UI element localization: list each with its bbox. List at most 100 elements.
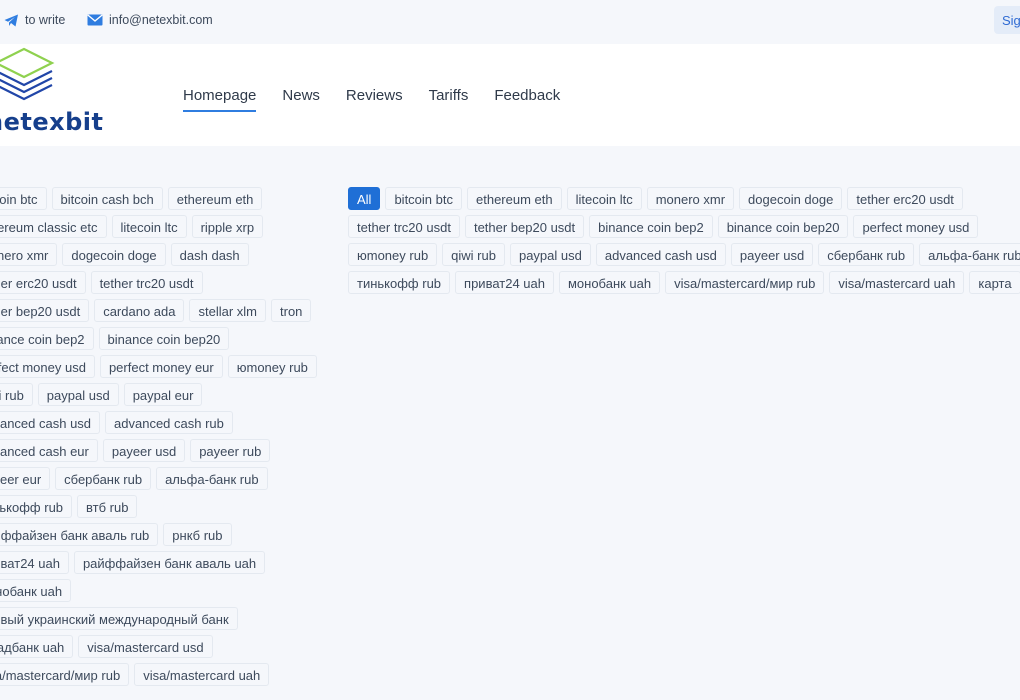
currency-filter-chip[interactable]: advanced cash eur [0, 439, 98, 462]
exchange-filter-chip[interactable]: тинькофф rub [348, 271, 451, 294]
currency-filter-chip[interactable]: втб rub [77, 495, 138, 518]
currency-filter-chip[interactable]: райффайзен банк аваль rub [0, 523, 159, 546]
currency-filter-chip[interactable]: litecoin ltc [111, 215, 187, 238]
currency-filter-chip[interactable]: binance coin bep2 [0, 327, 94, 350]
write-label: to write [25, 13, 66, 27]
exchange-filter-chip[interactable]: монобанк uah [558, 271, 661, 294]
currency-filter-chip[interactable]: tron [271, 299, 312, 322]
nav-item-tariffs[interactable]: Tariffs [429, 87, 469, 112]
exchange-filter-chip[interactable]: All [348, 187, 381, 210]
exchange-filter-chip[interactable]: advanced cash usd [595, 243, 726, 266]
exchange-filter-chip[interactable]: tether trc20 usdt [348, 215, 460, 238]
currency-filter-chip[interactable]: bitcoin btc [0, 187, 47, 210]
top-bar: to write info@netexbit.com Sign in [0, 0, 1020, 44]
email-link[interactable]: info@netexbit.com [87, 13, 213, 27]
currency-filter-chip[interactable]: payeer usd [102, 439, 186, 462]
currency-filter-chip[interactable]: payeer rub [190, 439, 271, 462]
currency-filter-row: advanced cash usdadvanced cash rub [0, 411, 300, 434]
currency-filter-chip[interactable]: ripple xrp [191, 215, 264, 238]
currency-filter-chip[interactable]: ethereum eth [167, 187, 263, 210]
currency-filter-chip[interactable]: приват24 uah [0, 551, 69, 574]
currency-filter-chip[interactable]: рнкб rub [163, 523, 232, 546]
nav-item-reviews[interactable]: Reviews [346, 87, 403, 112]
write-link[interactable]: to write [4, 13, 65, 27]
nav-item-feedback[interactable]: Feedback [494, 87, 560, 112]
exchange-filter-chip[interactable]: dogecoin doge [739, 187, 843, 210]
exchange-filter-chip[interactable]: litecoin ltc [566, 187, 642, 210]
currency-filter-chip[interactable]: advanced cash rub [105, 411, 233, 434]
currency-filter-chip[interactable]: paypal eur [123, 383, 203, 406]
currency-filter-chip[interactable]: tether trc20 usdt [90, 271, 203, 294]
currency-filter-chip[interactable]: ощадбанк uah [0, 635, 74, 658]
exchange-filter-chip[interactable]: bitcoin btc [385, 187, 462, 210]
exchange-filter-chip[interactable]: сбербанк rub [818, 243, 915, 266]
currency-filter-chip[interactable]: сбербанк rub [55, 467, 152, 490]
currency-filter-chip[interactable]: perfect money usd [0, 355, 95, 378]
right-filter-list: All bitcoin btc ethereum eth litecoin ltc mo… [348, 187, 1020, 299]
main-nav: Homepage News Reviews Tariffs Feedback [183, 87, 560, 112]
currency-filter-chip[interactable]: monero xmr [0, 243, 58, 266]
currency-filter-chip[interactable]: dash dash [170, 243, 249, 266]
currency-filter-chip[interactable]: bitcoin cash bch [51, 187, 163, 210]
currency-filter-chip[interactable]: монобанк uah [0, 579, 72, 602]
currency-filter-chip[interactable]: paypal usd [37, 383, 119, 406]
mail-icon [87, 14, 103, 26]
currency-filter-chip[interactable]: юmoney rub [227, 355, 317, 378]
currency-filter-chip[interactable]: tether erc20 usdt [0, 271, 86, 294]
currency-filter-row: binance coin bep2binance coin bep20 [0, 327, 300, 350]
logo-layers-icon [0, 46, 58, 107]
exchange-filter-chip[interactable]: binance coin bep20 [717, 215, 849, 238]
currency-filter-chip[interactable]: advanced cash usd [0, 411, 101, 434]
email-label: info@netexbit.com [109, 13, 213, 27]
exchange-filter-row: юmoney rub qiwi rub paypal usd advanced cas… [348, 243, 1020, 266]
currency-filter-chip[interactable]: visa/mastercard/мир rub [0, 663, 130, 686]
exchange-filter-chip[interactable]: visa/mastercard uah [829, 271, 965, 294]
exchange-filter-chip[interactable]: альфа-банк rub [919, 243, 1020, 266]
exchange-filter-chip[interactable]: юmoney rub [348, 243, 438, 266]
exchange-filter-chip[interactable]: perfect money usd [853, 215, 979, 238]
currency-filter-chip[interactable]: cardano ada [94, 299, 185, 322]
exchange-filter-chip[interactable]: карта [969, 271, 1020, 294]
currency-filter-chip[interactable]: stellar xlm [189, 299, 266, 322]
currency-filter-chip[interactable]: tether bep20 usdt [0, 299, 90, 322]
currency-filter-row: payeer eurсбербанк rubальфа-банк rub [0, 467, 300, 490]
exchange-filter-chip[interactable]: tether erc20 usdt [847, 187, 963, 210]
nav-item-homepage[interactable]: Homepage [183, 87, 257, 112]
currency-filter-chip[interactable]: qiwi rub [0, 383, 33, 406]
exchange-filter-chip[interactable]: visa/mastercard/мир rub [665, 271, 825, 294]
exchange-filter-chip[interactable]: binance coin bep2 [589, 215, 713, 238]
exchange-filter-chip[interactable]: qiwi rub [442, 243, 505, 266]
currency-filter-row: bitcoin btcbitcoin cash bchethereum eth [0, 187, 300, 210]
currency-filter-chip[interactable]: payeer eur [0, 467, 51, 490]
exchange-filter-row: тинькофф rub приват24 uah монобанк uah visa… [348, 271, 1020, 294]
currency-filter-chip[interactable]: dogecoin doge [62, 243, 166, 266]
brand-logo-text[interactable]: netexbit [0, 108, 103, 136]
currency-filter-chip[interactable]: альфа-банк rub [156, 467, 268, 490]
exchange-filter-chip[interactable]: ethereum eth [467, 187, 562, 210]
sign-in-button[interactable]: Sign in [994, 6, 1020, 34]
left-filter-list: bitcoin btcbitcoin cash bchethereum ethe… [0, 187, 317, 691]
header: netexbit Homepage News Reviews Tariffs Feedb… [0, 44, 1020, 146]
currency-filter-row: tether erc20 usdttether trc20 usdt [0, 271, 300, 294]
nav-item-news[interactable]: News [282, 87, 320, 112]
exchange-filter-chip[interactable]: tether bep20 usdt [464, 215, 585, 238]
currency-filter-row: тинькофф rubвтб rub [0, 495, 300, 518]
currency-filter-row: monero xmrdogecoin dogedash dash [0, 243, 300, 266]
currency-filter-chip[interactable]: perfect money eur [99, 355, 223, 378]
currency-filter-chip[interactable]: ethereum classic etc [0, 215, 107, 238]
currency-filter-chip[interactable]: первый украинский международный банк [0, 607, 238, 630]
currency-filter-row: райффайзен банк аваль rubрнкб rub [0, 523, 300, 546]
currency-filter-row: perfect money usdperfect money eurюmoney… [0, 355, 317, 378]
currency-filter-chip[interactable]: тинькофф rub [0, 495, 73, 518]
currency-filter-chip[interactable]: райффайзен банк аваль uah [73, 551, 266, 574]
exchange-filter-chip[interactable]: payeer usd [730, 243, 814, 266]
exchange-filter-chip[interactable]: monero xmr [646, 187, 735, 210]
currency-filter-row: ethereum classic etclitecoin ltcripple x… [0, 215, 300, 238]
currency-filter-chip[interactable]: visa/mastercard uah [134, 663, 270, 686]
exchange-filter-chip[interactable]: paypal usd [509, 243, 591, 266]
exchange-filter-row: All bitcoin btc ethereum eth litecoin ltc mo… [348, 187, 1020, 210]
currency-filter-chip[interactable]: visa/mastercard usd [78, 635, 213, 658]
currency-filter-chip[interactable]: binance coin bep20 [98, 327, 230, 350]
exchange-filter-chip[interactable]: приват24 uah [455, 271, 554, 294]
currency-filter-row: visa/mastercard/мир rubvisa/mastercard u… [0, 663, 300, 686]
